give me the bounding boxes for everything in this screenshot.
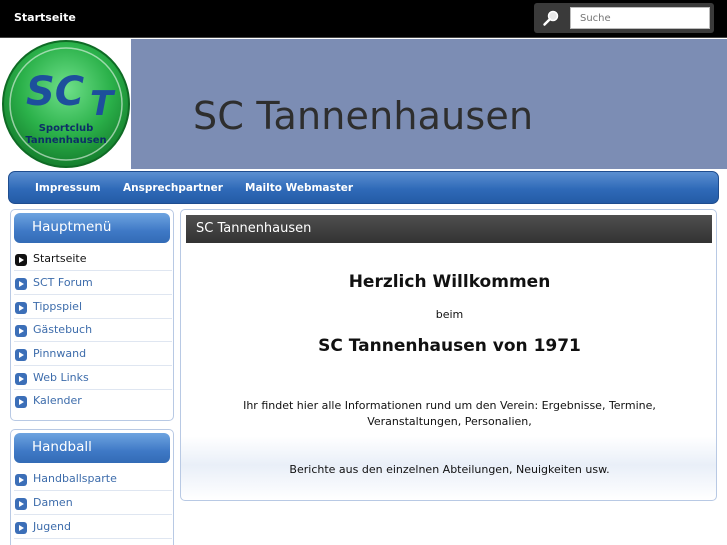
intro-paragraph: Ihr findet hier alle Informationen rund …: [181, 398, 718, 430]
arrow-bullet-icon: [15, 498, 27, 510]
departments-paragraph: Berichte aus den einzelnen Abteilungen, …: [289, 463, 610, 476]
main-content: SC Tannenhausen Herzlich Willkommen beim…: [180, 209, 717, 501]
arrow-bullet-icon: [15, 302, 27, 314]
search-box: [534, 3, 714, 33]
welcome-heading: Herzlich Willkommen: [348, 272, 551, 292]
sidebar-item-pinnwand[interactable]: Pinnwand: [14, 343, 172, 366]
sidebar-item-label: Handballsparte: [33, 472, 117, 485]
site-title: SC Tannenhausen: [193, 94, 534, 138]
sidebar-item-label: Kalender: [33, 394, 82, 407]
logo-line2: Tannenhausen: [25, 135, 106, 146]
sidebar-item-label: Jugend: [33, 520, 71, 533]
sidebar-item-handballsparte[interactable]: Handballsparte: [14, 468, 172, 491]
logo-initials: SC: [26, 69, 84, 115]
sidebar-item-label: Tippspiel: [33, 300, 82, 313]
sidebar-item-label: Gästebuch: [33, 323, 93, 336]
sidebar-item-web-links[interactable]: Web Links: [14, 367, 172, 390]
sidebar-item-damen[interactable]: Damen: [14, 492, 172, 515]
sidebar-item-label: Web Links: [33, 371, 89, 384]
sidebar-item-label: Startseite: [33, 252, 87, 265]
magnifier-icon: [543, 10, 559, 26]
sidebar-item-tippspiel[interactable]: Tippspiel: [14, 296, 172, 319]
nav-ansprechpartner[interactable]: Ansprechpartner: [123, 182, 223, 194]
logo-initial-t: T: [90, 84, 116, 124]
arrow-bullet-icon: [15, 254, 27, 266]
sidebar-item-label: SCT Forum: [33, 276, 93, 289]
top-bar: Startseite: [0, 0, 727, 38]
arrow-bullet-icon: [15, 325, 27, 337]
sct-logo: SC T Sportclub Tannenhausen: [2, 40, 130, 168]
main-menu-title: Hauptmenü: [14, 213, 170, 243]
nav-impressum[interactable]: Impressum: [35, 182, 101, 194]
intro-line-1: Ihr findet hier alle Informationen rund …: [243, 399, 656, 412]
search-input[interactable]: [570, 7, 710, 29]
nav-mailto-webmaster[interactable]: Mailto Webmaster: [245, 182, 353, 194]
arrow-bullet-icon: [15, 373, 27, 385]
club-heading: SC Tannenhausen von 1971: [318, 336, 581, 356]
main-menu-panel: Hauptmenü Startseite SCT Forum Tippspiel…: [10, 209, 174, 421]
intro-line-2: Veranstaltungen, Personalien,: [367, 415, 532, 428]
sidebar-item-gaestebuch[interactable]: Gästebuch: [14, 319, 172, 342]
arrow-bullet-icon: [15, 278, 27, 290]
logo-line1: Sportclub: [39, 123, 94, 134]
sidebar-item-startseite[interactable]: Startseite: [14, 248, 172, 271]
site-header: SC T Sportclub Tannenhausen SC Tannenhau…: [0, 39, 727, 169]
sidebar-item-label: Pinnwand: [33, 347, 87, 360]
arrow-bullet-icon: [15, 522, 27, 534]
arrow-bullet-icon: [15, 349, 27, 361]
handball-panel: Handball Handballsparte Damen Jugend: [10, 429, 174, 545]
top-home-link[interactable]: Startseite: [14, 11, 76, 24]
sidebar-item-label: Damen: [33, 496, 73, 509]
arrow-bullet-icon: [15, 396, 27, 408]
arrow-bullet-icon: [15, 474, 27, 486]
main-nav-bar: Impressum Ansprechpartner Mailto Webmast…: [8, 171, 719, 204]
sidebar-item-jugend[interactable]: Jugend: [14, 516, 172, 539]
logo-container[interactable]: SC T Sportclub Tannenhausen: [0, 39, 131, 169]
sidebar-item-sct-forum[interactable]: SCT Forum: [14, 272, 172, 295]
handball-title: Handball: [14, 433, 170, 463]
search-button[interactable]: [536, 6, 566, 30]
sidebar-item-kalender[interactable]: Kalender: [14, 390, 172, 413]
welcome-beim: beim: [435, 308, 464, 321]
content-header: SC Tannenhausen: [186, 215, 712, 243]
